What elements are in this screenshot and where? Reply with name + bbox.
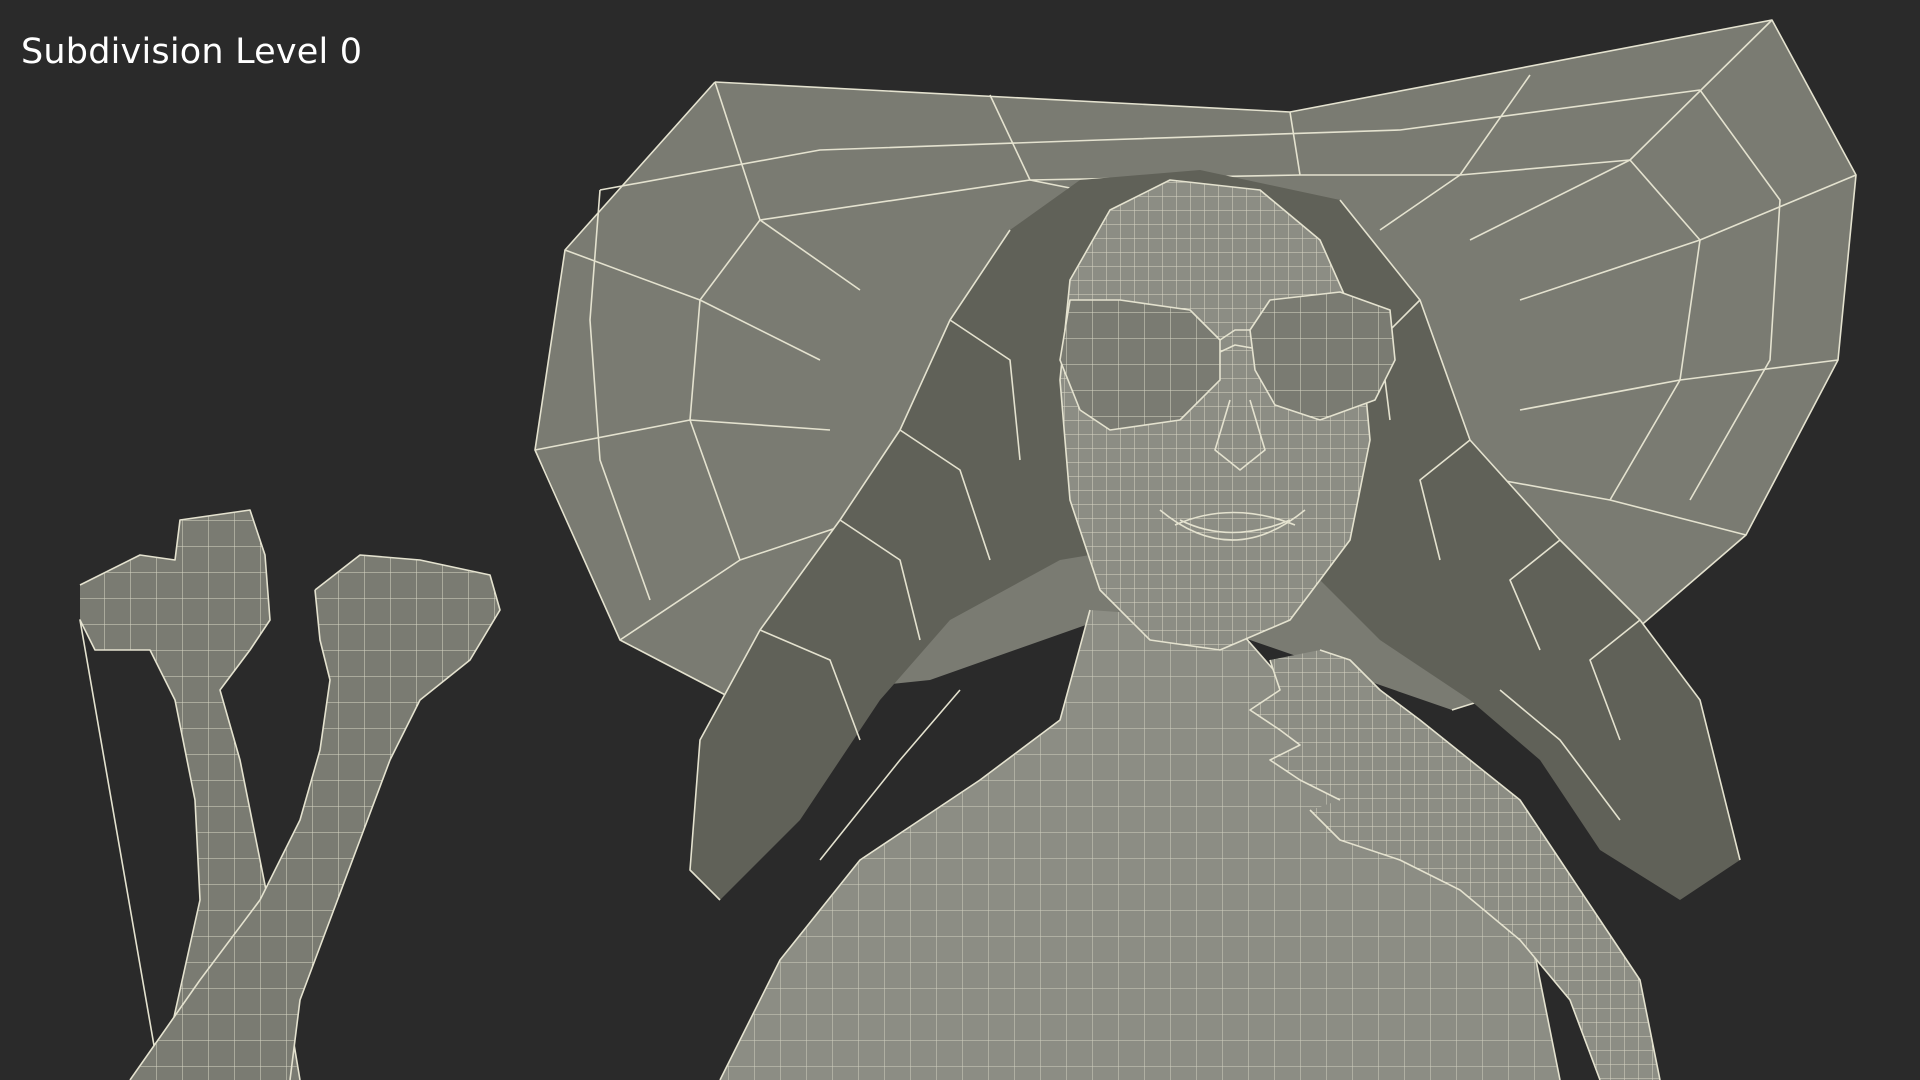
3d-viewport[interactable]: Subdivision Level 0 — [0, 0, 1920, 1080]
subdivision-level-label: Subdivision Level 0 — [21, 32, 363, 72]
legs-with-heels — [79, 509, 501, 1080]
wireframe-render — [79, 19, 1857, 1080]
